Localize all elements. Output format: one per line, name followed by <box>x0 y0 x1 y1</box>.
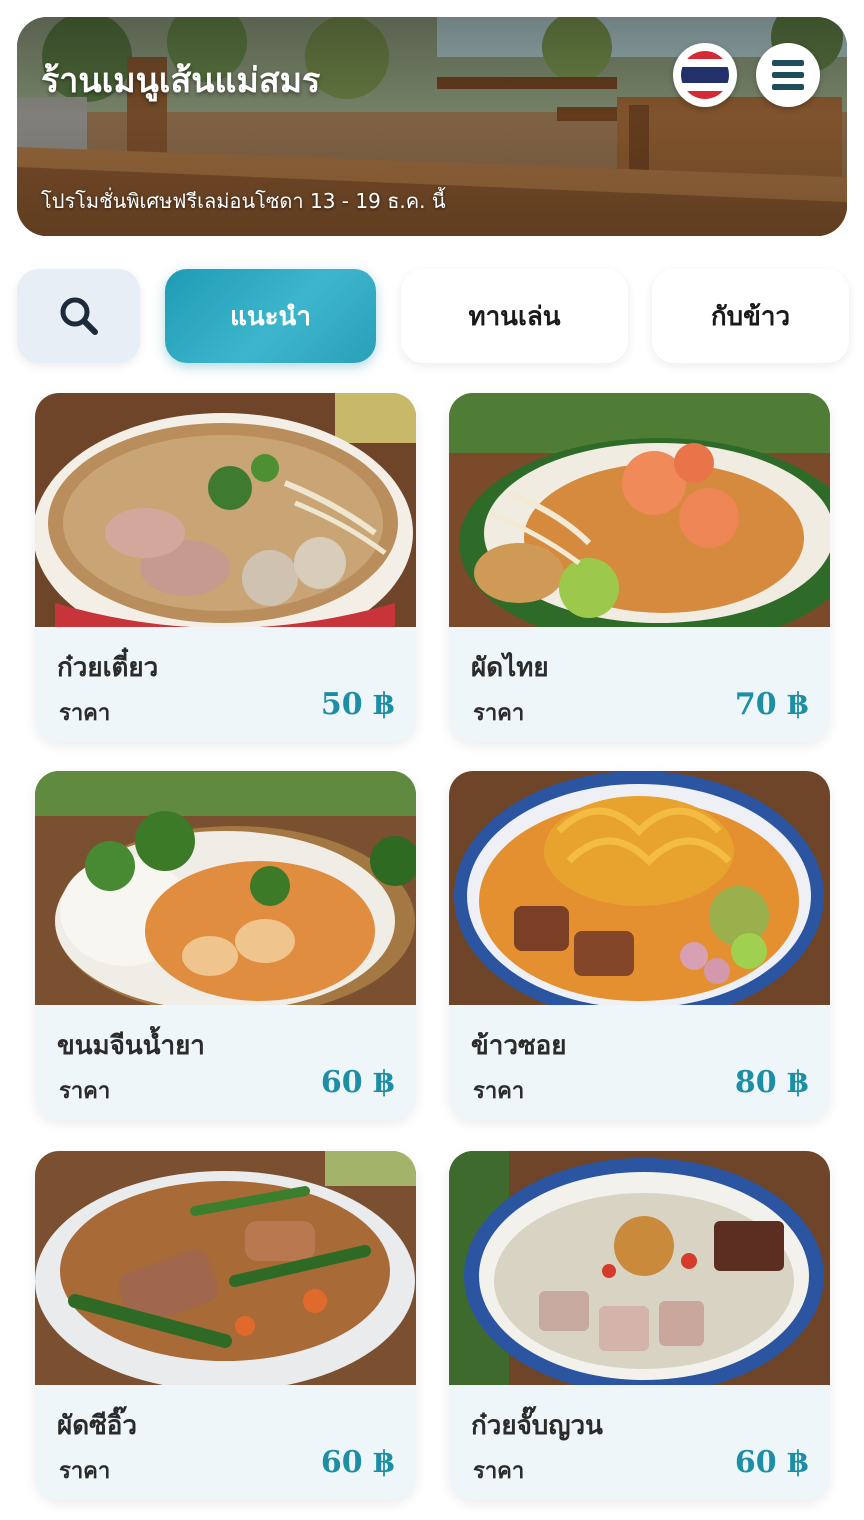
hamburger-menu-icon <box>772 60 804 90</box>
search-icon <box>60 297 98 335</box>
price-value: 60 ฿ <box>320 1445 394 1480</box>
search-button[interactable] <box>17 269 140 363</box>
price-label: ราคา <box>59 1079 111 1104</box>
dish-name: ก๋วยเตี๋ยว <box>57 653 159 683</box>
menu-item-card[interactable]: ผัดซีอิ๊ว ราคา 60 ฿ <box>35 1151 416 1500</box>
promo-text: โปรโมชั่นพิเศษฟรีเลม่อนโซดา 13 - 19 ธ.ค.… <box>41 189 446 213</box>
dish-name: ผัดไทย <box>471 653 549 683</box>
thailand-flag-icon <box>681 51 729 99</box>
menu-item-card[interactable]: ก๋วยเตี๋ยว ราคา 50 ฿ <box>35 393 416 742</box>
language-button[interactable] <box>673 43 737 107</box>
price-label: ราคา <box>59 1459 111 1484</box>
price-label: ราคา <box>473 701 525 726</box>
dish-name: ข้าวซอย <box>471 1031 567 1061</box>
khanom-jeen-photo <box>35 771 416 1005</box>
price-value: 60 ฿ <box>734 1445 808 1480</box>
price-value: 60 ฿ <box>320 1065 394 1100</box>
price-value: 70 ฿ <box>734 687 808 722</box>
tab-side-dishes[interactable]: กับข้าว <box>652 269 849 363</box>
noodle-soup-photo <box>35 393 416 627</box>
price-value: 80 ฿ <box>734 1065 808 1100</box>
menu-item-card[interactable]: ก๋วยจั๊บญวน ราคา 60 ฿ <box>449 1151 830 1500</box>
menu-button[interactable] <box>756 43 820 107</box>
dish-name: ขนมจีนน้ำยา <box>57 1031 205 1061</box>
shop-name: ร้านเมนูเส้นแม่สมร <box>41 61 321 101</box>
header-banner: ร้านเมนูเส้นแม่สมร โปรโมชั่นพิเศษฟรีเลม่… <box>17 17 847 236</box>
tab-snacks[interactable]: ทานเล่น <box>401 269 628 363</box>
dish-name: ผัดซีอิ๊ว <box>57 1411 137 1441</box>
tab-recommended[interactable]: แนะนำ <box>165 269 376 363</box>
pad-see-ew-photo <box>35 1151 416 1385</box>
menu-item-card[interactable]: ขนมจีนน้ำยา ราคา 60 ฿ <box>35 771 416 1120</box>
price-value: 50 ฿ <box>320 687 394 722</box>
menu-item-card[interactable]: ข้าวซอย ราคา 80 ฿ <box>449 771 830 1120</box>
price-label: ราคา <box>473 1079 525 1104</box>
kuay-jab-yuan-photo <box>449 1151 830 1385</box>
dish-name: ก๋วยจั๊บญวน <box>471 1411 603 1441</box>
pad-thai-photo <box>449 393 830 627</box>
khao-soi-photo <box>449 771 830 1005</box>
price-label: ราคา <box>473 1459 525 1484</box>
menu-item-card[interactable]: ผัดไทย ราคา 70 ฿ <box>449 393 830 742</box>
price-label: ราคา <box>59 701 111 726</box>
